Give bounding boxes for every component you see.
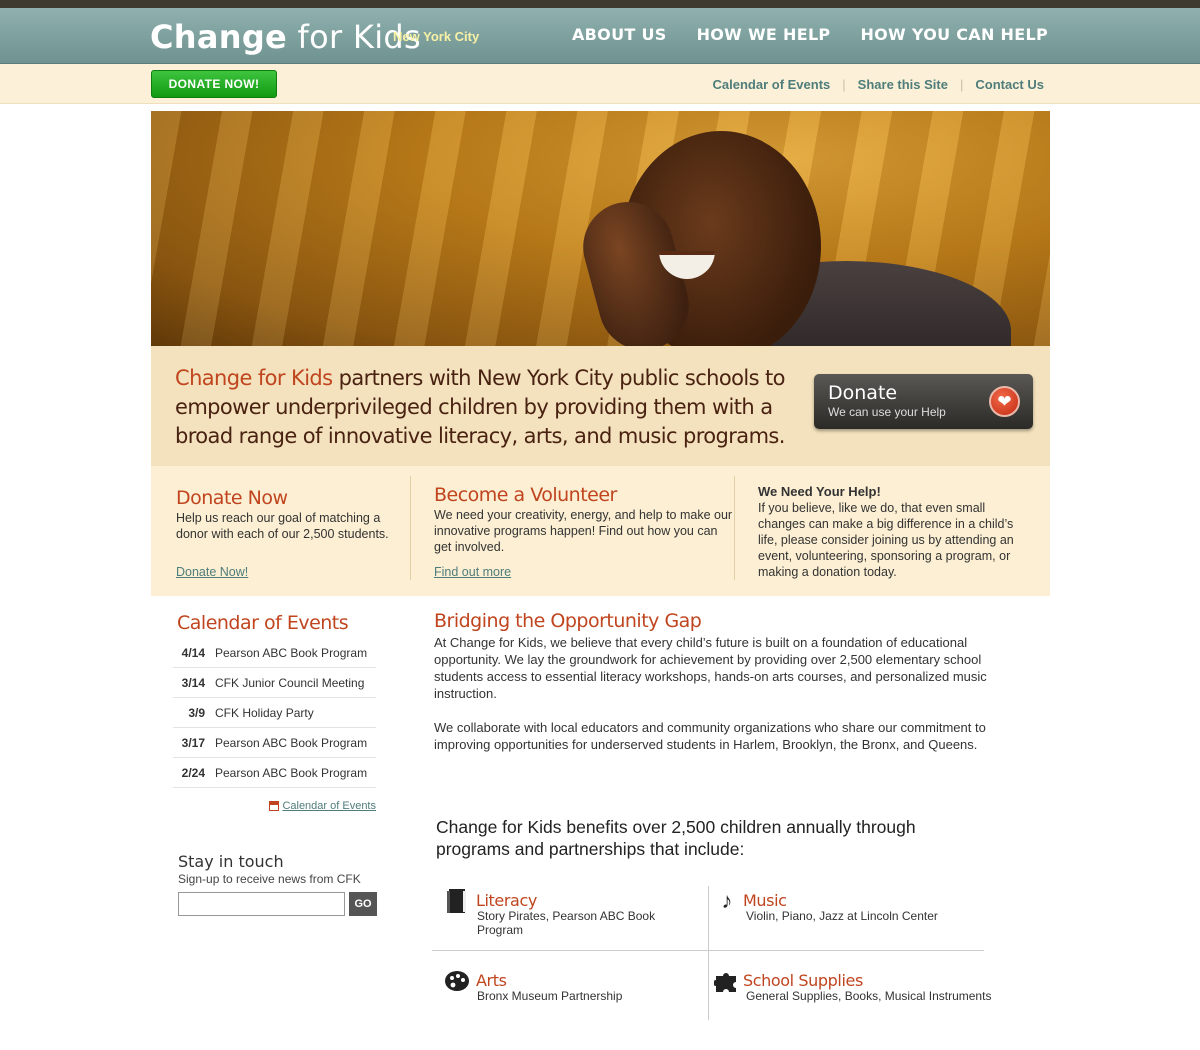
event-date: 2/24 [181, 765, 205, 780]
panel-volunteer: Become a Volunteer We need your creativi… [434, 466, 734, 596]
program-body: Bronx Museum Partnership [477, 989, 623, 1003]
link-contact-us[interactable]: Contact Us [975, 77, 1044, 92]
link-share-this-site[interactable]: Share this Site [858, 77, 948, 92]
donate-card-subtitle: We can use your Help [828, 405, 946, 419]
go-button[interactable]: GO [349, 892, 377, 916]
panel-volunteer-body: We need your creativity, energy, and hel… [434, 508, 733, 554]
program-title: Music [743, 891, 787, 910]
nav-how-we-help[interactable]: HOW WE HELP [697, 25, 831, 44]
event-date: 3/9 [188, 705, 205, 720]
separator: | [842, 77, 846, 92]
city-label: New York City [393, 29, 480, 44]
panel-donate: Donate Now Help us reach our goal of mat… [176, 466, 406, 596]
logo-change: Change [150, 18, 288, 56]
hero-photo [151, 111, 1050, 346]
event-item[interactable]: 2/24 Pearson ABC Book Program [173, 758, 376, 788]
program-body: Story Pirates, Pearson ABC Book Program [477, 909, 656, 937]
main-paragraph-1: At Change for Kids, we believe that ever… [434, 635, 987, 701]
main-title: Bridging the Opportunity Gap [434, 610, 702, 632]
program-arts[interactable]: Arts Bronx Museum Partnership [432, 966, 710, 1032]
panel-volunteer-link[interactable]: Find out more [434, 565, 511, 579]
email-signup-input[interactable] [178, 892, 345, 916]
panel-help-body: If you believe, like we do, that even sm… [758, 501, 1014, 579]
program-grid: Literacy Story Pirates, Pearson ABC Book… [432, 886, 992, 1020]
donate-card-button[interactable]: Donate We can use your Help ❤ [814, 374, 1033, 429]
stay-subtitle: Sign-up to receive news from CFK [178, 872, 361, 886]
donate-card-title: Donate [828, 382, 898, 404]
mission-banner: Change for Kids partners with New York C… [151, 346, 1050, 466]
puzzle-icon [714, 968, 740, 994]
program-title: Arts [476, 971, 507, 990]
main-paragraph-2: We collaborate with local educators and … [434, 720, 986, 752]
top-strip [0, 0, 1200, 8]
event-item[interactable]: 4/14 Pearson ABC Book Program [173, 638, 376, 668]
utility-nav: Calendar of Events | Share this Site | C… [713, 77, 1044, 92]
palette-icon [444, 968, 470, 994]
program-body: General Supplies, Books, Musical Instrum… [746, 989, 992, 1003]
calendar-of-events: Calendar of Events 4/14 Pearson ABC Book … [173, 612, 376, 812]
panel-donate-link[interactable]: Donate Now! [176, 565, 248, 579]
program-title: School Supplies [743, 971, 863, 990]
event-item[interactable]: 3/9 CFK Holiday Party [173, 698, 376, 728]
panel-donate-title: Donate Now [176, 487, 288, 509]
stay-title: Stay in touch [178, 852, 284, 871]
event-list: 4/14 Pearson ABC Book Program 3/14 CFK Jun… [173, 638, 376, 788]
event-name: CFK Junior Council Meeting [215, 675, 365, 690]
nav-how-you-can-help[interactable]: HOW YOU CAN HELP [860, 25, 1048, 44]
panel-help: We Need Your Help! If you believe, like … [758, 466, 1033, 596]
signup-row: GO [178, 892, 378, 916]
calendar-more-link[interactable]: Calendar of Events [282, 800, 376, 812]
program-school-supplies[interactable]: School Supplies General Supplies, Books,… [710, 966, 991, 1032]
heart-icon: ❤ [989, 386, 1020, 417]
event-item[interactable]: 3/17 Pearson ABC Book Program [173, 728, 376, 758]
event-name: CFK Holiday Party [215, 705, 314, 720]
calendar-icon [269, 801, 280, 811]
benefits-heading: Change for Kids benefits over 2,500 chil… [436, 817, 916, 859]
calendar-title: Calendar of Events [177, 612, 349, 634]
site-logo[interactable]: Change for Kids [150, 18, 421, 56]
sub-bar: DONATE NOW! Calendar of Events | Share t… [0, 64, 1200, 104]
program-title: Literacy [476, 891, 537, 910]
link-calendar-of-events[interactable]: Calendar of Events [713, 77, 831, 92]
event-item[interactable]: 3/14 CFK Junior Council Meeting [173, 668, 376, 698]
donate-now-button[interactable]: DONATE NOW! [151, 70, 277, 98]
mission-statement: Change for Kids partners with New York C… [175, 364, 825, 451]
nav-about-us[interactable]: ABOUT US [572, 25, 667, 44]
calendar-more: Calendar of Events [173, 800, 376, 812]
event-date: 3/14 [181, 675, 205, 690]
event-name: Pearson ABC Book Program [215, 645, 368, 660]
panel-volunteer-title: Become a Volunteer [434, 484, 617, 506]
book-icon [444, 888, 470, 914]
panel-divider [410, 476, 411, 580]
event-date: 4/14 [181, 645, 205, 660]
mission-brand: Change for Kids [175, 366, 333, 390]
main-nav: ABOUT US HOW WE HELP HOW YOU CAN HELP [572, 25, 1048, 44]
panel-help-title: We Need Your Help! [758, 484, 881, 499]
panel-divider [734, 476, 735, 580]
program-body: Violin, Piano, Jazz at Lincoln Center [746, 909, 938, 923]
stay-in-touch: Stay in touch Sign-up to receive news fr… [178, 852, 378, 916]
music-note-icon: ♪ [721, 888, 733, 913]
panel-donate-body: Help us reach our goal of matching a don… [176, 511, 389, 541]
callout-panels: Donate Now Help us reach our goal of mat… [151, 466, 1050, 596]
event-name: Pearson ABC Book Program [215, 765, 368, 780]
main-content: Bridging the Opportunity Gap At Change f… [434, 610, 1024, 753]
site-header: Change for Kids New York City ABOUT US H… [0, 8, 1200, 64]
event-date: 3/17 [181, 735, 205, 750]
program-music[interactable]: ♪ Music Violin, Piano, Jazz at Lincoln C… [710, 886, 988, 952]
program-literacy[interactable]: Literacy Story Pirates, Pearson ABC Book… [432, 886, 710, 952]
separator: | [959, 77, 964, 92]
event-name: Pearson ABC Book Program [215, 735, 368, 750]
